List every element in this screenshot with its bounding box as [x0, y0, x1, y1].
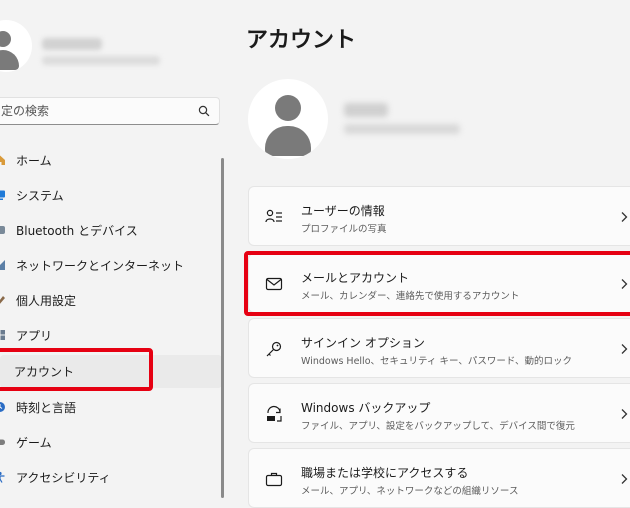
card-subtitle: メール、アプリ、ネットワークなどの組織リソース: [301, 486, 519, 497]
card-access-work-school[interactable]: 職場または学校にアクセスする メール、アプリ、ネットワークなどの組織リソース: [248, 448, 630, 508]
search-icon[interactable]: [197, 104, 211, 118]
sidebar-item-label: Bluetooth とデバイス: [16, 224, 138, 238]
gaming-icon: [0, 439, 5, 445]
user-avatar[interactable]: [0, 20, 32, 72]
home-icon: [0, 155, 5, 165]
user-email-blurred: [42, 56, 160, 65]
card-title: ユーザーの情報: [301, 204, 385, 218]
sidebar-item-label: アクセシビリティ: [16, 471, 111, 485]
card-title: 職場または学校にアクセスする: [301, 466, 469, 480]
system-icon: [0, 190, 5, 200]
card-title: サインイン オプション: [301, 336, 425, 350]
card-sign-in-options[interactable]: サインイン オプション Windows Hello、セキュリティ キー、パスワー…: [248, 318, 630, 378]
sidebar-item-label: ゲーム: [16, 436, 52, 450]
sidebar: ホーム システム Bluetooth とデバイス ネットワークとインターネット: [0, 0, 236, 498]
email-accounts-highlight-box: [244, 251, 630, 316]
accounts-highlight-box: [0, 348, 153, 391]
chevron-right-icon: [621, 344, 628, 354]
sidebar-item-personalization[interactable]: 個人用設定: [0, 284, 222, 317]
backup-icon: [267, 405, 282, 422]
sidebar-item-time-language[interactable]: 時刻と言語: [0, 391, 222, 424]
search-input[interactable]: [0, 98, 187, 124]
user-info-icon: [265, 209, 282, 223]
sidebar-item-home[interactable]: ホーム: [0, 144, 222, 177]
briefcase-icon: [265, 472, 283, 487]
sidebar-item-label: ネットワークとインターネット: [16, 259, 185, 273]
sidebar-item-label: 個人用設定: [16, 294, 77, 308]
user-name-blurred: [42, 38, 102, 50]
card-user-info[interactable]: ユーザーの情報 プロファイルの写真: [248, 186, 630, 246]
sidebar-item-system[interactable]: システム: [0, 179, 222, 212]
time-language-icon: [0, 402, 5, 412]
profile-name-blurred: [344, 103, 388, 117]
card-windows-backup[interactable]: Windows バックアップ ファイル、アプリ、設定をバックアップして、デバイス…: [248, 383, 630, 443]
chevron-right-icon: [621, 409, 628, 419]
network-icon: [0, 260, 5, 270]
sidebar-item-network[interactable]: ネットワークとインターネット: [0, 249, 222, 282]
bluetooth-icon: [0, 226, 5, 234]
page-title: アカウント: [246, 28, 357, 53]
card-subtitle: プロファイルの写真: [301, 224, 387, 235]
settings-search[interactable]: [0, 97, 220, 125]
sidebar-item-bluetooth[interactable]: Bluetooth とデバイス: [0, 214, 222, 247]
chevron-right-icon: [621, 212, 628, 222]
apps-icon: [0, 330, 5, 340]
sidebar-scrollbar[interactable]: [221, 158, 224, 498]
sidebar-item-gaming[interactable]: ゲーム: [0, 426, 222, 459]
sidebar-item-label: ホーム: [16, 154, 52, 168]
sidebar-item-accessibility[interactable]: アクセシビリティ: [0, 461, 222, 494]
card-subtitle: Windows Hello、セキュリティ キー、パスワード、動的ロック: [301, 356, 572, 367]
card-title: Windows バックアップ: [301, 401, 431, 415]
chevron-right-icon: [621, 474, 628, 484]
accessibility-icon: [0, 471, 5, 483]
profile-avatar[interactable]: [248, 79, 328, 159]
card-subtitle: ファイル、アプリ、設定をバックアップして、デバイス間で復元: [301, 421, 575, 432]
sidebar-item-label: 時刻と言語: [16, 401, 77, 415]
personalization-icon: [0, 296, 5, 304]
sidebar-item-label: アプリ: [16, 329, 53, 343]
profile-email-blurred: [344, 124, 460, 134]
sidebar-item-label: システム: [16, 189, 64, 203]
key-icon: [266, 341, 282, 357]
